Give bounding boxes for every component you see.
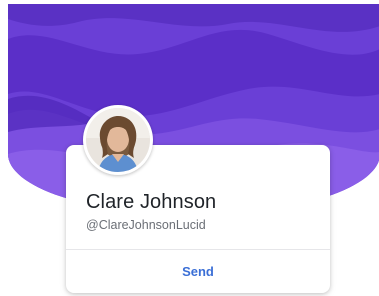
avatar-photo <box>86 108 150 172</box>
profile-handle: @ClareJohnsonLucid <box>86 218 206 232</box>
send-button[interactable]: Send <box>66 249 330 293</box>
profile-name: Clare Johnson <box>86 191 217 213</box>
avatar <box>83 105 153 175</box>
profile-card-widget: Clare Johnson @ClareJohnsonLucid Send <box>0 0 379 296</box>
